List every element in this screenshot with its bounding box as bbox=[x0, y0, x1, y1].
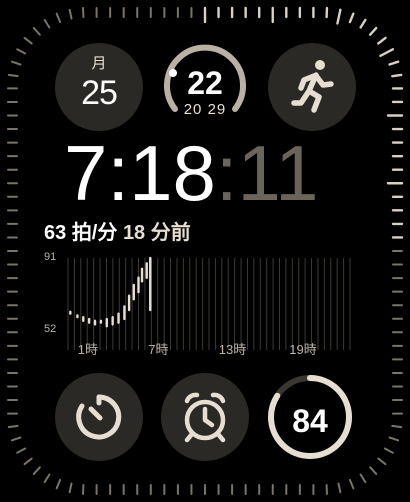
alarm-complication[interactable] bbox=[161, 373, 249, 461]
dial-tick bbox=[68, 482, 73, 494]
x-tick-label: 13時 bbox=[219, 342, 246, 357]
x-tick-label: 1時 bbox=[78, 342, 98, 357]
activity-value: 84 bbox=[292, 403, 328, 439]
dial-tick bbox=[55, 12, 62, 24]
heart-rate-chart[interactable]: 91 52 1時 7時 13時 19時 bbox=[40, 246, 358, 364]
dial-tick bbox=[388, 60, 400, 66]
weather-complication[interactable]: 22 20 29 bbox=[161, 43, 249, 131]
timer-icon bbox=[76, 394, 122, 440]
heart-rate-unit: 拍/分 bbox=[71, 222, 118, 244]
dial-tick bbox=[23, 36, 33, 45]
dial-tick bbox=[377, 36, 387, 45]
dial-tick bbox=[43, 473, 51, 484]
dial-tick bbox=[388, 436, 400, 442]
x-tick-label: 7時 bbox=[148, 342, 168, 357]
dial-tick bbox=[359, 18, 367, 29]
x-tick-label: 19時 bbox=[289, 342, 316, 357]
workout-complication[interactable] bbox=[268, 43, 356, 131]
date-complication[interactable]: 月 25 bbox=[55, 43, 143, 131]
dial-tick bbox=[369, 466, 378, 475]
time-hour: 7 bbox=[64, 129, 108, 217]
running-figure-icon bbox=[291, 60, 334, 113]
dial-tick bbox=[377, 457, 387, 466]
current-temperature: 22 bbox=[187, 65, 223, 101]
date-day: 25 bbox=[81, 74, 118, 112]
dial-tick bbox=[348, 478, 355, 490]
dial-tick bbox=[383, 447, 394, 454]
dial-tick bbox=[32, 466, 41, 475]
dial-tick bbox=[368, 26, 378, 36]
timer-complication[interactable] bbox=[55, 373, 143, 461]
dial-tick bbox=[16, 447, 27, 454]
digital-time: 7:18:11 bbox=[64, 129, 319, 217]
y-tick-label: 52 bbox=[44, 323, 56, 335]
heart-rate-ago-value: 18 bbox=[122, 222, 146, 244]
dial-tick bbox=[55, 478, 62, 490]
dial-tick bbox=[391, 424, 403, 429]
heart-rate-value: 63 bbox=[44, 222, 67, 244]
dial-tick bbox=[10, 436, 22, 442]
date-month: 月 bbox=[91, 55, 107, 72]
dial-tick bbox=[23, 457, 33, 466]
dial-tick bbox=[10, 60, 22, 66]
y-tick-label: 91 bbox=[44, 251, 56, 263]
dial-tick bbox=[379, 48, 395, 58]
dial-tick bbox=[348, 12, 355, 24]
dial-tick bbox=[16, 48, 27, 55]
dial-tick bbox=[391, 73, 403, 78]
time-minute: 18 bbox=[129, 129, 216, 217]
dial-tick bbox=[337, 482, 342, 494]
dial-tick bbox=[43, 18, 51, 29]
low-temperature: 20 bbox=[183, 101, 203, 118]
heart-rate-ago-unit: 分前 bbox=[150, 222, 191, 244]
activity-complication[interactable]: 84 bbox=[266, 373, 354, 461]
heart-rate-readout[interactable]: 63 拍/分 18 分前 bbox=[44, 216, 191, 245]
alarm-clock-icon bbox=[184, 392, 226, 443]
high-temperature: 29 bbox=[207, 101, 227, 118]
time-second: 11 bbox=[237, 129, 319, 217]
dial-tick bbox=[7, 424, 19, 429]
dial-tick bbox=[7, 73, 19, 78]
dial-tick bbox=[359, 473, 367, 484]
dial-tick bbox=[336, 8, 342, 25]
dial-tick bbox=[68, 8, 73, 20]
dial-tick bbox=[32, 27, 41, 36]
